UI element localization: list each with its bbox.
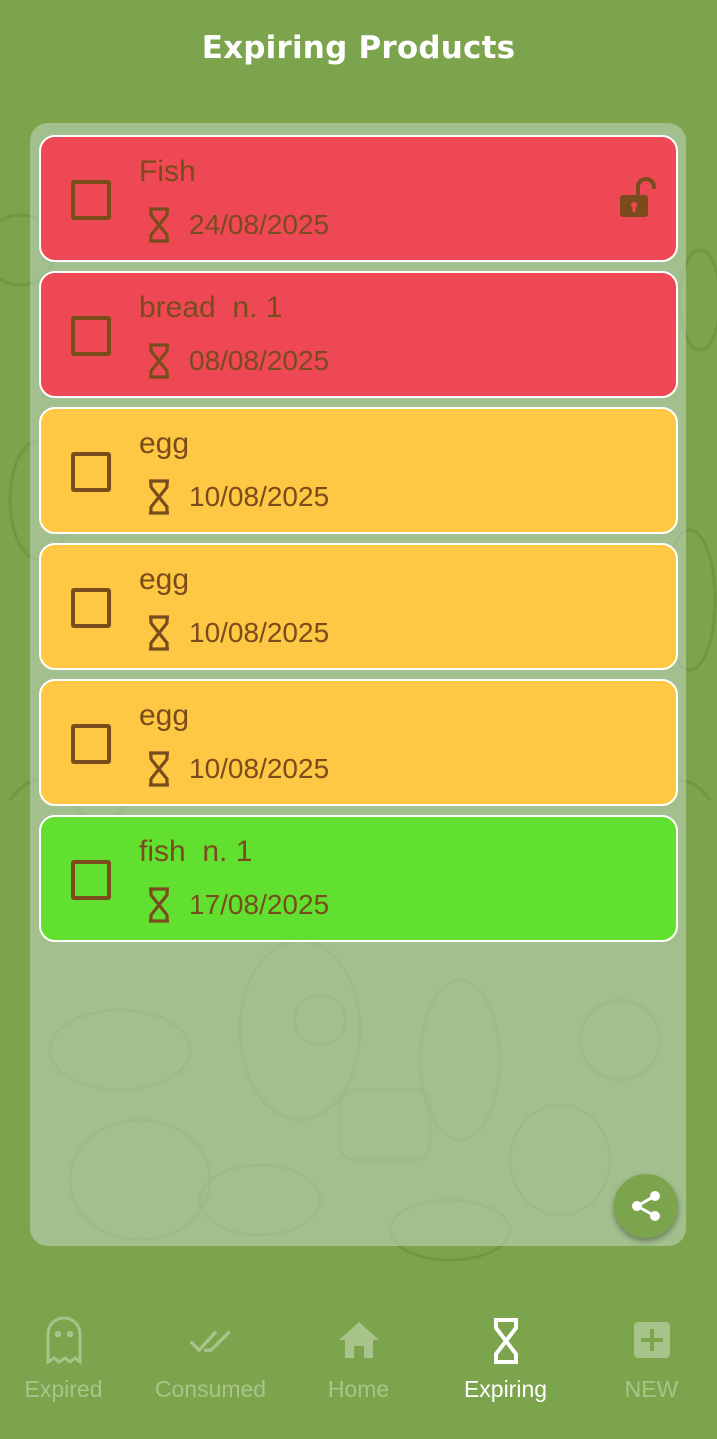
nav-label: Consumed <box>154 1376 267 1402</box>
hourglass-icon <box>493 1318 518 1364</box>
item-date: 10/08/2025 <box>189 481 330 512</box>
item-name: fish n. 1 <box>139 835 253 868</box>
nav-expired[interactable]: Expired <box>0 1300 135 1420</box>
bottom-navigation: Expired Consumed Home Expiring NEW <box>0 1300 717 1439</box>
item-date: 10/08/2025 <box>189 617 330 648</box>
item-date-row: 24/08/2025 <box>147 207 329 243</box>
hourglass-icon <box>149 751 169 787</box>
hourglass-icon <box>149 207 169 243</box>
item-date-row: 10/08/2025 <box>147 751 329 787</box>
nav-label: Home <box>327 1376 390 1402</box>
nav-consumed[interactable]: Consumed <box>139 1300 282 1420</box>
item-checkbox[interactable] <box>71 724 111 764</box>
nav-new[interactable]: NEW <box>580 1300 717 1420</box>
nav-home[interactable]: Home <box>287 1300 430 1420</box>
hourglass-icon <box>149 479 169 515</box>
home-icon <box>338 1322 379 1358</box>
share-button[interactable] <box>614 1174 678 1238</box>
page-title: Expiring Products <box>201 30 516 66</box>
add-box-icon <box>633 1322 670 1358</box>
hourglass-icon <box>149 615 169 651</box>
ghost-icon <box>46 1316 81 1366</box>
item-checkbox[interactable] <box>71 452 111 492</box>
hourglass-icon <box>149 343 169 379</box>
item-date: 08/08/2025 <box>189 345 330 376</box>
item-name: egg <box>139 563 190 596</box>
item-name: egg <box>139 427 190 460</box>
nav-label: Expired <box>24 1376 103 1402</box>
item-checkbox[interactable] <box>71 180 111 220</box>
list-item[interactable]: egg 10/08/2025 <box>39 543 678 670</box>
item-name: Fish <box>139 155 196 188</box>
item-checkbox[interactable] <box>71 588 111 628</box>
share-icon <box>632 1191 660 1221</box>
item-date-row: 17/08/2025 <box>147 887 329 923</box>
item-checkbox[interactable] <box>71 316 111 356</box>
list-item[interactable]: Fish 24/08/2025 <box>39 135 678 262</box>
item-date: 24/08/2025 <box>189 209 330 240</box>
list-item[interactable]: bread n. 1 08/08/2025 <box>39 271 678 398</box>
nav-label: Expiring <box>463 1376 548 1402</box>
list-item[interactable]: egg 10/08/2025 <box>39 407 678 534</box>
list-item[interactable]: fish n. 1 17/08/2025 <box>39 815 678 942</box>
item-date-row: 10/08/2025 <box>147 615 329 651</box>
item-date: 10/08/2025 <box>189 753 330 784</box>
nav-label: NEW <box>624 1376 679 1402</box>
item-date: 17/08/2025 <box>189 889 330 920</box>
item-checkbox[interactable] <box>71 860 111 900</box>
list-item[interactable]: egg 10/08/2025 <box>39 679 678 806</box>
hourglass-icon <box>149 887 169 923</box>
item-name: bread n. 1 <box>139 291 283 324</box>
unlock-icon[interactable] <box>620 177 656 221</box>
app-screen: Expiring Products Fish 24/08/2025 bread … <box>0 0 717 1439</box>
nav-expiring[interactable]: Expiring <box>434 1300 577 1420</box>
item-date-row: 10/08/2025 <box>147 479 329 515</box>
item-name: egg <box>139 699 190 732</box>
double-check-icon <box>188 1330 231 1353</box>
item-date-row: 08/08/2025 <box>147 343 329 379</box>
